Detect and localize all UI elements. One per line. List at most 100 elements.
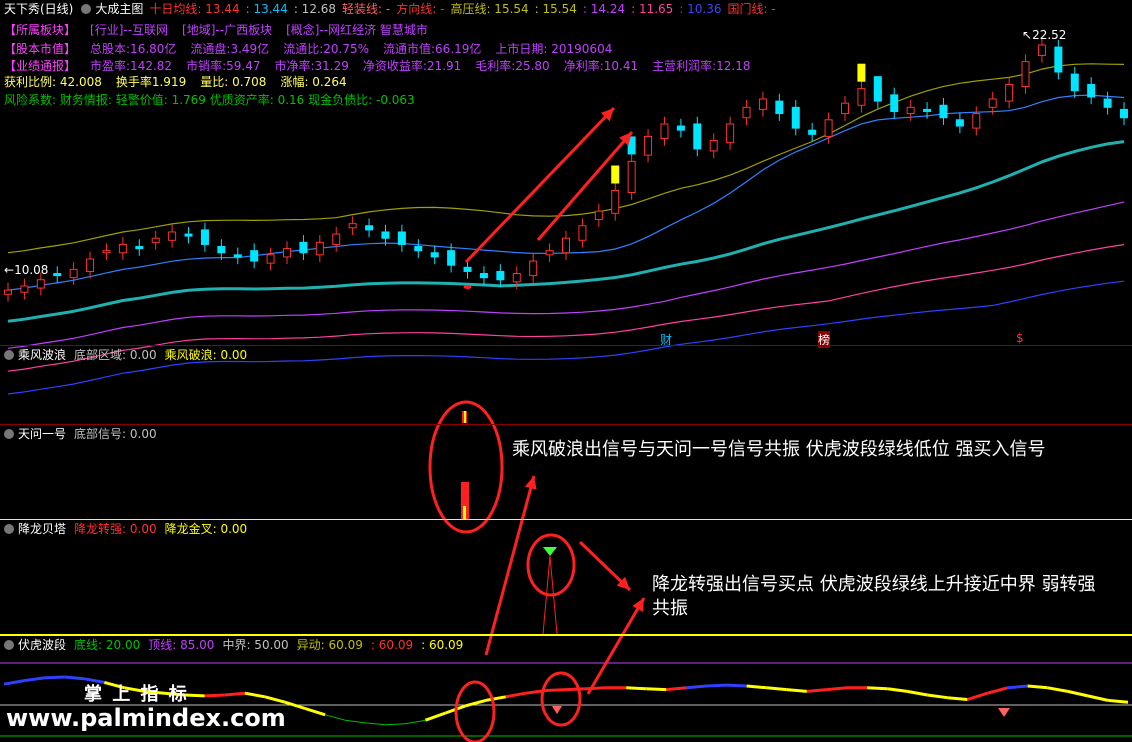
header-item: 方向线: - [396,2,445,16]
annotation-weak-to-strong: 降龙转强出信号买点 伏虎波段绿线上升接近中界 弱转强 共振 [652,574,1096,619]
fuhu-wave-segment [806,688,828,693]
chengfeng-signal-core [464,411,466,423]
moving-average-line [7,280,1125,395]
candle-body [184,233,193,237]
candle-body [972,113,981,129]
info-field: 换手率1.919 [115,75,187,89]
candle-body [742,106,751,119]
fuhu-wave-segment [766,686,787,692]
candle-body [479,273,488,279]
header-item: 十日均线: 13.44 [149,2,240,16]
candle-body [906,106,915,115]
fuhu-wave-segment [405,719,426,725]
header-item: : 14.24 [582,2,626,16]
candle-body [1103,98,1112,108]
annotation-strong-buy: 乘风破浪出信号与天问一号信号共振 伏虎波段绿线低位 强买入信号 [512,439,1046,460]
annotation-arrow [586,597,646,695]
panel-title-chengfeng[interactable]: 乘风波浪 底部区域: 0.00 乘风破浪: 0.00 [4,347,255,363]
fuhu-wave-segment [966,691,988,701]
candle-body [512,273,521,283]
candle-body [266,254,275,264]
candle-body [693,123,702,150]
panel-title-fuhu[interactable]: 伏虎波段 底线: 20.00 顶线: 85.00 中界: 50.00 异动: 60.09… [4,637,471,653]
panel-name: 乘风波浪 [18,348,67,362]
info-field: [行业]--互联网 [90,23,169,37]
fuhu-wave-segment [244,691,266,699]
info-field: 毛利率:25.80 [475,59,550,73]
candle-body [841,102,849,115]
candle-body [381,231,390,239]
fuhu-wave-segment [505,691,527,699]
fuhu-wave-segment [1087,694,1109,702]
header-item[interactable]: 大成主图 [81,2,143,16]
candle-body [135,246,144,250]
candle-body [676,125,685,131]
fuhu-wave-segment [947,696,968,701]
info-field: 【业绩通报】 [4,59,77,73]
info-field: 流通市值:66.19亿 [383,42,482,56]
panel-menu-icon[interactable] [4,640,14,650]
info-field: 市盈率:142.82 [90,59,173,73]
fuhu-wave-segment [886,687,908,693]
candle-body [414,246,423,252]
fuhu-wave-segment [867,686,888,691]
signal-block [873,76,882,95]
info-field: [地域]--广西板块 [182,23,273,37]
candle-body [1037,44,1046,56]
candle-body [1054,46,1063,73]
candle-body [1120,108,1128,119]
panel-menu-icon[interactable] [4,350,14,360]
fuhu-wave-segment [485,695,507,702]
fuhu-wave-segment [345,719,366,724]
panel-divider [0,634,1132,636]
fuhu-wave-segment [424,711,447,722]
fuhu-wave-segment [23,676,45,683]
candle-body [217,246,226,254]
panel-value: 乘风破浪: 0.00 [164,348,248,362]
candle-body [857,88,866,106]
event-mark-dollar[interactable]: $ [1016,331,1024,345]
info-field: 【所属板块】 [4,23,77,37]
candle-body [775,100,784,115]
panel-value: : 60.09 [421,638,464,652]
fuhu-wave-segment [204,693,225,698]
fuhu-wave-segment [1047,686,1069,693]
candle-body [562,237,570,254]
panel-name: 天问一号 [18,427,67,441]
panel-value: 降龙转强: 0.00 [74,522,157,536]
candle-body [1021,61,1030,88]
panel-title-jianglong[interactable]: 降龙贝塔 降龙转强: 0.00 降龙金叉: 0.00 [4,521,255,537]
fuhu-wave-segment [726,683,747,688]
info-field: 市净率:31.29 [274,59,349,73]
fuhu-wave-segment [686,684,707,690]
chart-canvas [0,37,1132,742]
candle-body [1070,73,1079,92]
candle-body [463,266,472,272]
menu-dot-icon[interactable] [81,4,92,14]
candle-body [397,231,406,245]
header-item: : 12.68 [293,2,337,16]
info-field: 净资收益率:21.91 [362,59,462,73]
panel-menu-icon[interactable] [4,429,14,439]
chart-header: 天下秀(日线) 大成主图 十日均线: 13.44: 13.44: 12.68 轻装线:… [0,0,776,18]
fuhu-wave-segment [826,686,848,692]
info-field: 获利比例: 42.008 [4,75,102,89]
signal-block [611,165,620,184]
candle-body [644,135,653,156]
signal-block [857,63,866,82]
panel-title-tianwen[interactable]: 天问一号 底部信号: 0.00 [4,426,165,442]
panel-value: 中界: 50.00 [222,638,289,652]
header-item: : 13.44 [245,2,288,16]
header-item: 国门线: - [727,2,776,16]
fuhu-wave-segment [325,714,346,721]
panel-name: 降龙贝塔 [18,522,67,536]
panel-menu-icon[interactable] [4,524,14,534]
panel-divider [0,424,1132,425]
candle-body [923,108,932,112]
header-item: 高压线: 15.54 [450,2,529,16]
fuhu-wave-segment [64,675,85,681]
candle-body [118,243,127,254]
info-field: 净利率:10.41 [563,59,639,73]
panel-divider [0,519,1132,520]
info-performance-row: 【业绩通报】 市盈率:142.82 市销率:59.47 市净率:31.29 净资收益率:… [4,58,765,74]
